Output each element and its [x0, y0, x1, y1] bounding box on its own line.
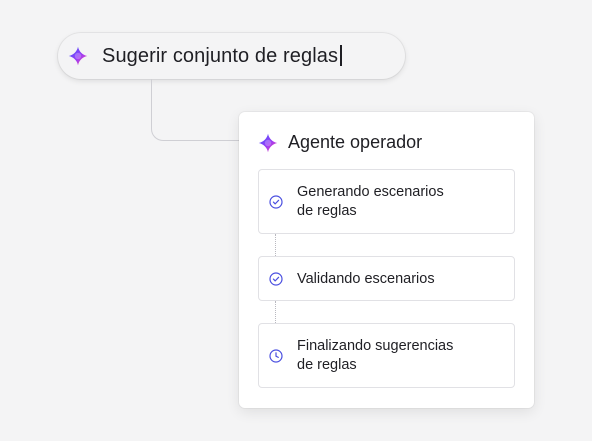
card-header: Agente operador: [258, 132, 422, 153]
step-label-line: Generando escenarios: [297, 184, 444, 200]
step-item: Generando escenarios de reglas: [258, 169, 515, 234]
connector-line: [151, 79, 239, 141]
step-label: Validando escenarios: [297, 270, 435, 289]
prompt-input[interactable]: Sugerir conjunto de reglas: [58, 33, 405, 79]
prompt-text: Sugerir conjunto de reglas: [102, 44, 342, 68]
check-circle-icon: [269, 195, 283, 209]
step-label: Finalizando sugerencias de reglas: [297, 337, 497, 375]
canvas: Sugerir conjunto de reglas Agente operad…: [0, 0, 592, 441]
sparkle-logo-icon: [68, 46, 88, 66]
step-label-line: Finalizando sugerencias: [297, 338, 454, 354]
check-circle-icon: [269, 272, 283, 286]
step-label-line: de reglas: [297, 357, 357, 373]
clock-icon: [269, 349, 283, 363]
step-item: Validando escenarios: [258, 256, 515, 301]
step-label: Generando escenarios de reglas: [297, 183, 497, 221]
step-item: Finalizando sugerencias de reglas: [258, 323, 515, 388]
step-connector-dots: [275, 301, 276, 323]
step-connector-dots: [275, 234, 276, 256]
agent-card: Agente operador Generando escenarios de …: [239, 112, 534, 408]
card-title: Agente operador: [288, 132, 423, 152]
step-label-line: de reglas: [297, 203, 357, 219]
text-caret: [340, 44, 342, 66]
sparkle-logo-icon: [258, 133, 278, 152]
step-label-line: Validando escenarios: [297, 271, 435, 287]
